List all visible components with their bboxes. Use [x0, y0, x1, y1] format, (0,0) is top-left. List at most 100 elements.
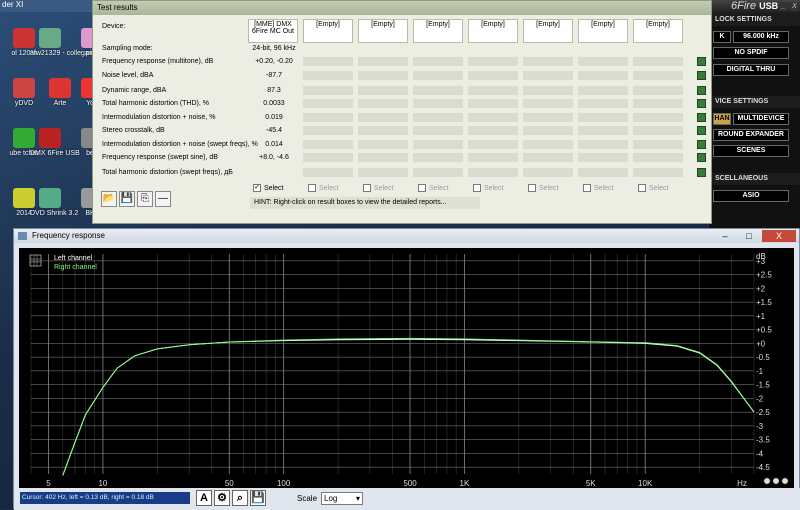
select-checkbox[interactable]: Select: [528, 184, 558, 192]
frequency-response-plot[interactable]: 5 10 50 100 500 1K 5K 10K Hz+3+2.5+2+1.5+1+0.5+0…: [19, 248, 794, 488]
empty-device-cell[interactable]: [Empty]: [523, 19, 573, 43]
empty-device-cell[interactable]: [Empty]: [303, 19, 353, 43]
select-checkbox[interactable]: Select: [308, 184, 338, 192]
clear-icon[interactable]: —: [155, 191, 171, 207]
asio-button[interactable]: ASIO: [713, 190, 789, 202]
grid-report-icon[interactable]: [697, 57, 706, 66]
grid-report-icon[interactable]: [697, 113, 706, 122]
empty-result-cell[interactable]: [358, 168, 408, 177]
multidevice-button[interactable]: MULTIDEVICE: [733, 113, 789, 125]
empty-result-cell[interactable]: [468, 99, 518, 108]
empty-result-cell[interactable]: [578, 57, 628, 66]
desktop-icon[interactable]: DVD Shrink 3.2: [30, 188, 78, 218]
empty-device-cell[interactable]: [Empty]: [633, 19, 683, 43]
empty-result-cell[interactable]: [358, 140, 408, 149]
result-value[interactable]: +8.0, -4.6: [250, 154, 298, 161]
close-button[interactable]: X: [762, 230, 796, 242]
desktop-icon[interactable]: yDVD: [4, 78, 44, 108]
empty-result-cell[interactable]: [358, 113, 408, 122]
empty-result-cell[interactable]: [578, 140, 628, 149]
empty-result-cell[interactable]: [468, 126, 518, 135]
empty-result-cell[interactable]: [578, 153, 628, 162]
empty-result-cell[interactable]: [303, 153, 353, 162]
save-icon[interactable]: 💾: [119, 191, 135, 207]
grid-report-icon[interactable]: [697, 140, 706, 149]
close-button[interactable]: X: [790, 2, 799, 11]
grid-report-icon[interactable]: [697, 86, 706, 95]
result-value[interactable]: +0.20, -0.20: [250, 58, 298, 65]
empty-result-cell[interactable]: [523, 140, 573, 149]
empty-result-cell[interactable]: [633, 71, 683, 80]
empty-result-cell[interactable]: [358, 99, 408, 108]
empty-result-cell[interactable]: [633, 126, 683, 135]
empty-result-cell[interactable]: [358, 153, 408, 162]
channel-button[interactable]: HAN: [713, 113, 731, 125]
empty-result-cell[interactable]: [468, 168, 518, 177]
empty-result-cell[interactable]: [633, 153, 683, 162]
empty-result-cell[interactable]: [578, 168, 628, 177]
empty-result-cell[interactable]: [633, 113, 683, 122]
rate-left-button[interactable]: K: [713, 31, 731, 43]
empty-result-cell[interactable]: [413, 113, 463, 122]
empty-result-cell[interactable]: [578, 86, 628, 95]
empty-result-cell[interactable]: [633, 168, 683, 177]
digital-thru-button[interactable]: DIGITAL THRU: [713, 64, 789, 76]
empty-result-cell[interactable]: [303, 113, 353, 122]
settings-gear-icon[interactable]: ⚙: [214, 490, 230, 506]
empty-result-cell[interactable]: [633, 140, 683, 149]
copy-icon[interactable]: ⎘: [137, 191, 153, 207]
result-value[interactable]: 87.3: [250, 87, 298, 94]
empty-result-cell[interactable]: [578, 99, 628, 108]
empty-result-cell[interactable]: [413, 71, 463, 80]
empty-result-cell[interactable]: [523, 99, 573, 108]
result-value[interactable]: 0.0033: [250, 100, 298, 107]
empty-result-cell[interactable]: [413, 153, 463, 162]
scenes-button[interactable]: SCENES: [713, 145, 789, 157]
minimize-button[interactable]: _: [779, 2, 788, 11]
minimize-button[interactable]: –: [714, 230, 736, 242]
empty-result-cell[interactable]: [468, 140, 518, 149]
empty-result-cell[interactable]: [523, 57, 573, 66]
empty-result-cell[interactable]: [303, 71, 353, 80]
sample-rate-select[interactable]: 96.000 kHz: [733, 31, 789, 43]
empty-result-cell[interactable]: [633, 99, 683, 108]
desktop-icon[interactable]: afw21329 - collegame...: [30, 28, 104, 58]
empty-result-cell[interactable]: [358, 126, 408, 135]
grid-report-icon[interactable]: [697, 153, 706, 162]
result-value[interactable]: -45.4: [250, 127, 298, 134]
empty-result-cell[interactable]: [303, 86, 353, 95]
empty-result-cell[interactable]: [413, 57, 463, 66]
empty-result-cell[interactable]: [413, 86, 463, 95]
empty-result-cell[interactable]: [303, 99, 353, 108]
empty-result-cell[interactable]: [523, 126, 573, 135]
empty-result-cell[interactable]: [468, 113, 518, 122]
empty-result-cell[interactable]: [578, 126, 628, 135]
empty-result-cell[interactable]: [358, 57, 408, 66]
grid-report-icon[interactable]: [697, 168, 706, 177]
desktop-icon[interactable]: DMX 6Fire USB: [30, 128, 80, 158]
empty-device-cell[interactable]: [Empty]: [578, 19, 628, 43]
scale-select[interactable]: Log: [321, 492, 363, 505]
empty-result-cell[interactable]: [523, 113, 573, 122]
open-icon[interactable]: 📂: [101, 191, 117, 207]
empty-result-cell[interactable]: [413, 126, 463, 135]
empty-device-cell[interactable]: [Empty]: [413, 19, 463, 43]
empty-result-cell[interactable]: [358, 71, 408, 80]
surround-expander-button[interactable]: ROUND EXPANDER: [713, 129, 789, 141]
empty-result-cell[interactable]: [413, 168, 463, 177]
grid-report-icon[interactable]: [697, 71, 706, 80]
font-icon[interactable]: A: [196, 490, 212, 506]
select-checkbox[interactable]: Select: [363, 184, 393, 192]
empty-device-cell[interactable]: [Empty]: [358, 19, 408, 43]
empty-result-cell[interactable]: [468, 86, 518, 95]
save-icon[interactable]: 💾: [250, 490, 266, 506]
empty-result-cell[interactable]: [413, 99, 463, 108]
result-value[interactable]: 24-bit, 96 kHz: [250, 45, 298, 52]
result-value[interactable]: 0.014: [250, 141, 298, 148]
empty-result-cell[interactable]: [633, 57, 683, 66]
empty-result-cell[interactable]: [303, 126, 353, 135]
empty-result-cell[interactable]: [413, 140, 463, 149]
empty-result-cell[interactable]: [633, 86, 683, 95]
grid-report-icon[interactable]: [697, 126, 706, 135]
empty-result-cell[interactable]: [468, 57, 518, 66]
